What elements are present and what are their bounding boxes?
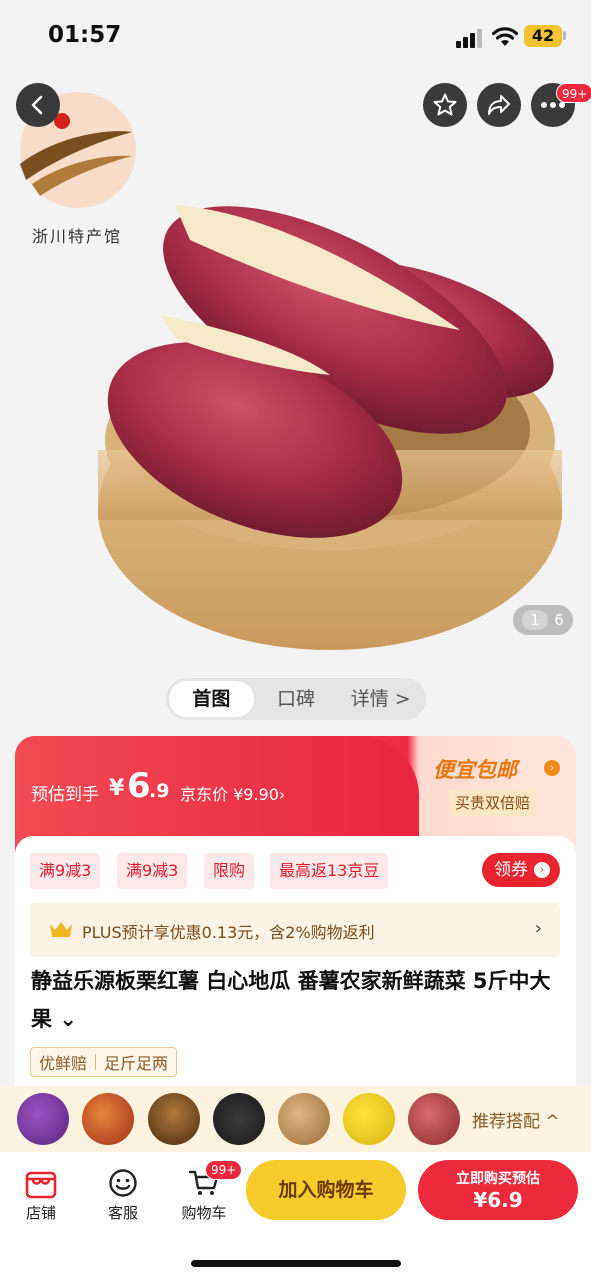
cart-count-badge: 99+ (205, 1160, 243, 1180)
pager-total: 6 (554, 611, 564, 629)
price-decimal: .9 (149, 780, 170, 802)
cellular-signal-icon (456, 29, 482, 48)
home-indicator (191, 1260, 401, 1267)
back-button[interactable] (16, 83, 60, 127)
product-info-card: 满9减3 满9减3 限购 最高返13京豆 领券 › PLUS预计享优惠0.13元… (15, 836, 576, 1086)
status-time: 01:57 (48, 22, 122, 48)
tab-reviews[interactable]: 口碑 (254, 681, 339, 717)
recommend-thumb[interactable] (82, 1093, 134, 1145)
chevron-right-icon: › (544, 760, 560, 776)
promo-tag[interactable]: 满9减3 (117, 853, 188, 889)
recommend-thumb[interactable] (343, 1093, 395, 1145)
favorite-button[interactable] (423, 83, 467, 127)
price-guarantee-badge: 买贵双倍赔 (449, 790, 537, 816)
tab-main-image[interactable]: 首图 (169, 681, 254, 717)
pager-current: 1 (522, 610, 548, 630)
plus-benefit-text: PLUS预计享优惠0.13元，含2%购物返利 (82, 923, 375, 942)
buy-now-button[interactable]: 立即购买预估 ¥6.9 (418, 1160, 578, 1220)
plus-benefit-bar[interactable]: PLUS预计享优惠0.13元，含2%购物返利 › (30, 903, 560, 957)
smiley-chat-icon (109, 1169, 137, 1197)
message-badge: 99+ (556, 83, 591, 103)
chevron-left-icon (31, 95, 43, 115)
promo-tag[interactable]: 最高返13京豆 (270, 853, 389, 889)
battery-tip (563, 31, 566, 40)
add-to-cart-button[interactable]: 加入购物车 (246, 1160, 406, 1220)
recommend-thumb[interactable] (213, 1093, 265, 1145)
chevron-right-icon: › (534, 918, 542, 939)
recommend-thumb[interactable] (17, 1093, 69, 1145)
store-button[interactable]: 店铺 (11, 1164, 71, 1223)
recommend-strip: 推荐搭配 ^ (0, 1086, 591, 1152)
service-tag: 优鲜赔 (39, 1054, 88, 1073)
section-tabs: 首图 口碑 详情 > (166, 678, 426, 720)
status-bar: 01:57 42 (0, 0, 591, 70)
customer-service-button[interactable]: 客服 (93, 1164, 153, 1223)
cart-label: 购物车 (181, 1204, 227, 1222)
buy-now-label: 立即购买预估 (456, 1171, 540, 1187)
wifi-icon (492, 27, 518, 46)
crown-icon (50, 922, 72, 937)
recommend-thumb[interactable] (278, 1093, 330, 1145)
customer-service-label: 客服 (107, 1204, 138, 1222)
store-label: 店铺 (25, 1204, 56, 1222)
estimate-label: 预估到手 (31, 785, 99, 805)
chevron-right-icon: › (534, 862, 550, 878)
tab-details[interactable]: 详情 > (338, 681, 423, 717)
share-button[interactable] (477, 83, 521, 127)
product-title-text: 静益乐源板栗红薯 白心地瓜 番薯农家新鲜蔬菜 5斤中大果 (31, 969, 551, 1031)
recommend-thumb[interactable] (148, 1093, 200, 1145)
service-tags[interactable]: 优鲜赔 足斤足两 (30, 1047, 178, 1077)
recommend-combo-button[interactable]: 推荐搭配 ^ (472, 1107, 560, 1132)
price-currency: ¥ (109, 776, 125, 801)
service-tag: 足斤足两 (104, 1054, 169, 1073)
image-pager: 1 6 (513, 605, 573, 635)
buy-now-price: ¥6.9 (473, 1188, 523, 1212)
battery-indicator: 42 (524, 25, 562, 47)
promo-tag[interactable]: 限购 (204, 853, 255, 889)
product-title[interactable]: 静益乐源板栗红薯 白心地瓜 番薯农家新鲜蔬菜 5斤中大果 ⌄ (31, 962, 559, 1038)
star-icon (433, 93, 457, 116)
store-logo-text: 浙川特产馆 (31, 227, 122, 246)
get-coupon-button[interactable]: 领券 › (482, 853, 560, 887)
coupon-label: 领券 (494, 860, 528, 880)
store-icon (25, 1171, 57, 1199)
chevron-down-icon: ⌄ (59, 1007, 77, 1031)
price-integer: 6 (127, 766, 151, 806)
cheap-shipping-label[interactable]: 便宜包邮 (433, 754, 517, 784)
product-gallery[interactable]: 浙川特产馆 99+ 1 6 (0, 70, 591, 670)
recommend-thumb[interactable] (408, 1093, 460, 1145)
promo-tag[interactable]: 满9减3 (30, 853, 101, 889)
share-icon (488, 95, 510, 115)
jd-price-link[interactable]: 京东价 ¥9.90› (180, 781, 285, 805)
